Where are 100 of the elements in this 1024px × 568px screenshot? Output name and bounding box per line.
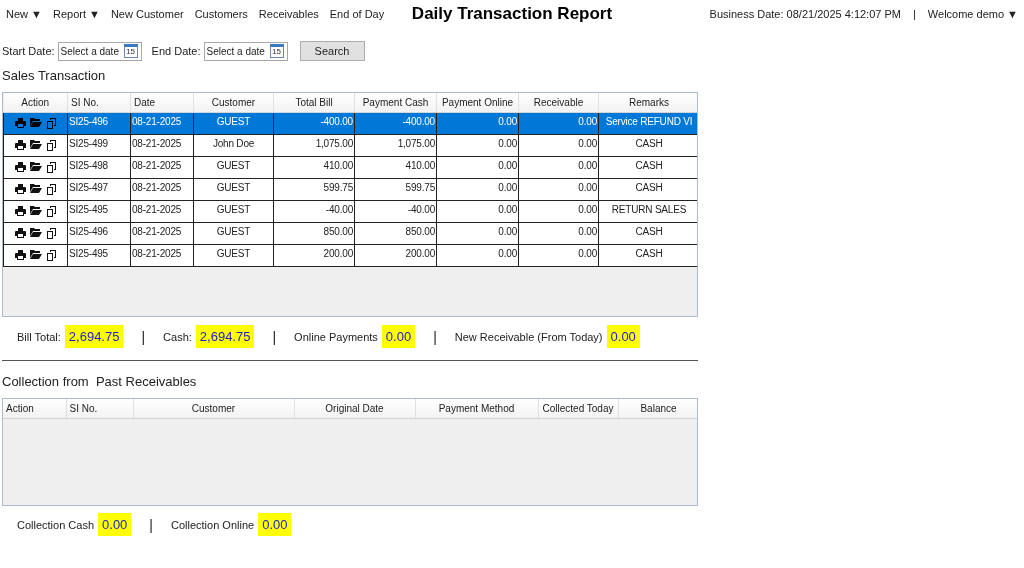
table-cell: 08-21-2025 — [132, 116, 182, 127]
table-cell: SI25-496 — [69, 226, 108, 237]
table-cell: GUEST — [216, 182, 251, 193]
folder-icon[interactable] — [29, 184, 42, 193]
table-cell: 0.00 — [498, 182, 517, 193]
table-cell: 08-21-2025 — [132, 226, 182, 237]
table-cell: 200.00 — [405, 248, 435, 259]
search-button[interactable]: Search — [299, 41, 365, 61]
printer-icon[interactable] — [14, 250, 26, 260]
table-cell: 08-21-2025 — [132, 204, 182, 215]
column-header[interactable]: Action — [3, 93, 68, 113]
table-cell: 0.00 — [498, 116, 517, 127]
date-field[interactable]: Select a date 15 — [57, 41, 142, 61]
menu-item[interactable]: New Customer — [110, 8, 184, 20]
copy-icon[interactable] — [45, 184, 57, 195]
table-cell: 850.00 — [323, 226, 353, 237]
separator: | — [149, 516, 153, 533]
table-cell: CASH — [635, 182, 663, 193]
table-cell: 0.00 — [578, 204, 597, 215]
copy-icon[interactable] — [45, 140, 57, 151]
table-cell: 08-21-2025 — [132, 160, 182, 171]
printer-icon[interactable] — [14, 140, 26, 150]
table-cell: 0.00 — [578, 182, 597, 193]
printer-icon[interactable] — [14, 206, 26, 216]
table-cell: 08-21-2025 — [132, 138, 182, 149]
folder-icon[interactable] — [29, 228, 42, 237]
table-cell: 850.00 — [405, 226, 435, 237]
printer-icon[interactable] — [14, 228, 26, 238]
calendar-icon[interactable]: 15 — [123, 44, 138, 58]
menu-item[interactable]: End of Day — [329, 8, 385, 20]
total-value: 0.00 — [606, 325, 640, 348]
printer-icon[interactable] — [14, 184, 26, 194]
table-cell: SI25-495 — [69, 204, 108, 215]
copy-icon[interactable] — [45, 228, 57, 239]
section-title: Collection from Past Receivables — [2, 374, 197, 389]
folder-icon[interactable] — [29, 162, 42, 171]
total-label: Cash: — [163, 330, 192, 343]
menu-item[interactable]: Customers — [194, 8, 248, 20]
table-cell: 0.00 — [578, 248, 597, 259]
column-header[interactable]: Payment Cash — [354, 93, 437, 113]
column-header[interactable]: SI No. — [66, 399, 133, 419]
table-cell: SI25-497 — [69, 182, 108, 193]
copy-icon[interactable] — [45, 206, 57, 217]
column-header[interactable]: Action — [3, 399, 66, 419]
menu-item[interactable]: Report ▼ — [52, 8, 100, 20]
column-header[interactable]: Date — [130, 93, 194, 113]
table-cell: 410.00 — [405, 160, 435, 171]
table-row[interactable]: SI25-499 08-21-2025 John Doe 1,075.00 1,075.00 0.00 0.00 CASH — [3, 134, 697, 157]
column-header[interactable]: Remarks — [598, 93, 697, 113]
table-cell: 08-21-2025 — [132, 182, 182, 193]
business-date: Business Date: 08/21/2025 4:12:07 PM — [709, 8, 901, 20]
copy-icon[interactable] — [45, 162, 57, 173]
column-header[interactable]: Collected Today — [538, 399, 618, 419]
table-cell: GUEST — [216, 204, 251, 215]
total-label: Collection Online — [171, 518, 255, 531]
field-label: Start Date: — [2, 45, 55, 57]
table-cell: 0.00 — [498, 226, 517, 237]
user-menu[interactable]: Welcome demo ▼ — [927, 8, 1018, 20]
menu-item[interactable]: New ▼ — [6, 8, 42, 20]
table-cell: -400.00 — [402, 116, 435, 127]
table-cell: 0.00 — [578, 116, 597, 127]
table-row[interactable]: SI25-495 08-21-2025 GUEST 200.00 200.00 0.00 0.00 CASH — [3, 244, 697, 267]
folder-icon[interactable] — [29, 206, 42, 215]
folder-icon[interactable] — [29, 140, 42, 149]
table-cell: CASH — [635, 138, 663, 149]
total-value: 0.00 — [258, 513, 292, 536]
table-cell: 1,075.00 — [315, 138, 353, 149]
printer-icon[interactable] — [14, 162, 26, 172]
table-cell: 410.00 — [323, 160, 353, 171]
date-field[interactable]: Select a date 15 — [203, 41, 288, 61]
table-cell: SI25-495 — [69, 248, 108, 259]
separator: | — [433, 328, 437, 345]
table-cell: GUEST — [216, 160, 251, 171]
table-row[interactable]: SI25-495 08-21-2025 GUEST -40.00 -40.00 0.00 0.00 RETURN SALES — [3, 200, 697, 223]
table-row[interactable]: SI25-497 08-21-2025 GUEST 599.75 599.75 0.00 0.00 CASH — [3, 178, 697, 201]
table-cell: 1,075.00 — [397, 138, 435, 149]
total-label: Online Payments — [294, 330, 378, 343]
column-header[interactable]: SI No. — [67, 93, 131, 113]
table-cell: -40.00 — [325, 204, 353, 215]
table-cell: CASH — [635, 160, 663, 171]
separator: | — [912, 8, 916, 20]
column-header[interactable]: Original Date — [294, 399, 415, 419]
separator: | — [272, 328, 277, 345]
column-header[interactable]: Payment Online — [436, 93, 519, 113]
table-cell: SI25-499 — [69, 138, 108, 149]
column-header[interactable]: Customer — [193, 93, 274, 113]
folder-icon[interactable] — [29, 250, 42, 259]
column-header[interactable]: Receivable — [518, 93, 599, 113]
total-value: 0.00 — [381, 325, 416, 348]
menu-item[interactable]: Receivables — [258, 8, 319, 20]
calendar-icon[interactable]: 15 — [269, 44, 284, 58]
column-header[interactable]: Customer — [133, 399, 294, 419]
table-row[interactable]: SI25-498 08-21-2025 GUEST 410.00 410.00 0.00 0.00 CASH — [3, 156, 697, 179]
table-cell: 0.00 — [498, 160, 517, 171]
table-row[interactable]: SI25-496 08-21-2025 GUEST 850.00 850.00 0.00 0.00 CASH — [3, 222, 697, 245]
column-header[interactable]: Total Bill — [273, 93, 355, 113]
column-header[interactable]: Balance — [618, 399, 697, 419]
column-header[interactable]: Payment Method — [415, 399, 538, 419]
table-cell: GUEST — [216, 248, 251, 259]
copy-icon[interactable] — [45, 250, 57, 261]
